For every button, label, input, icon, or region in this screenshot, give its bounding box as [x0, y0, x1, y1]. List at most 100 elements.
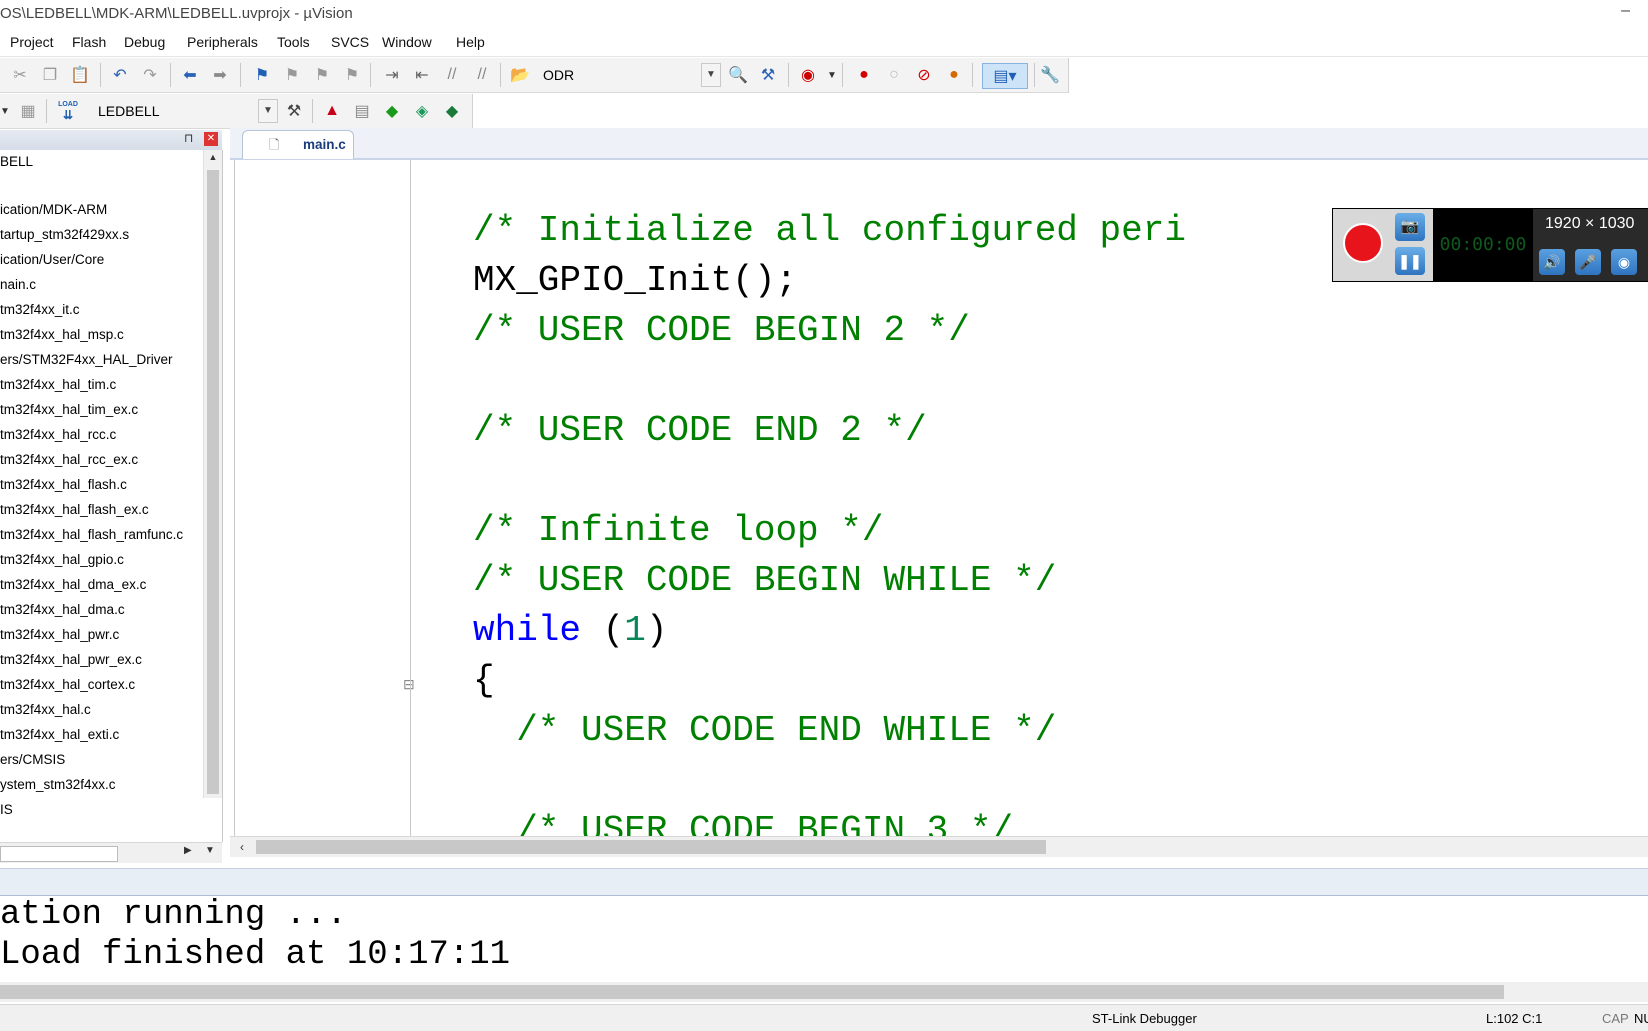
pin-icon[interactable]: ⊓ — [184, 131, 193, 145]
menu-svcs[interactable]: SVCS — [331, 34, 369, 50]
bookmark-icon[interactable]: ⚑ — [252, 65, 272, 85]
undo-icon[interactable]: ↶ — [110, 65, 130, 85]
menu-project[interactable]: Project — [10, 34, 54, 50]
disable-breakpoints-icon[interactable]: ⊘ — [914, 65, 934, 85]
redo-icon[interactable]: ↷ — [140, 65, 160, 85]
enable-breakpoint-icon[interactable]: ○ — [884, 65, 904, 85]
tree-item[interactable]: tm32f4xx_hal_cortex.c — [0, 677, 135, 692]
next-bookmark-icon[interactable]: ⚑ — [312, 65, 332, 85]
webcam-icon[interactable]: ◉ — [1611, 249, 1637, 275]
tree-item[interactable]: IS — [0, 802, 13, 817]
clear-bookmarks-icon[interactable]: ⚑ — [342, 65, 362, 85]
tree-item[interactable]: tm32f4xx_hal_flash_ramfunc.c — [0, 527, 183, 542]
close-icon[interactable]: ✕ — [204, 132, 218, 146]
scroll-down-icon[interactable]: ▼ — [205, 845, 215, 856]
paste-icon[interactable]: 📋 — [70, 65, 90, 85]
tree-item[interactable]: nain.c — [0, 277, 36, 292]
tree-item[interactable]: tm32f4xx_hal_rcc_ex.c — [0, 452, 138, 467]
debug-dropdown-icon[interactable]: ▼ — [822, 65, 842, 85]
tree-item[interactable]: tm32f4xx_hal_tim.c — [0, 377, 116, 392]
speaker-icon[interactable]: 🔊 — [1539, 249, 1565, 275]
find-in-files-icon[interactable]: 📂 — [510, 65, 530, 85]
navigate-forward-icon[interactable]: ➡ — [210, 65, 230, 85]
debug-session-icon[interactable]: ◉ — [798, 65, 818, 85]
menu-window[interactable]: Window — [382, 34, 432, 50]
copy-icon[interactable]: ❐ — [40, 65, 60, 85]
target-combo[interactable]: LEDBELL ▼ — [90, 99, 278, 123]
tree-item[interactable]: tm32f4xx_hal_pwr_ex.c — [0, 652, 142, 667]
tree-item[interactable]: tm32f4xx_hal_rcc.c — [0, 427, 116, 442]
tree-item[interactable]: BELL — [0, 154, 33, 169]
scroll-thumb[interactable] — [0, 846, 118, 862]
tree-item[interactable]: tm32f4xx_hal_msp.c — [0, 327, 124, 342]
run-time-environment-icon[interactable]: ◆ — [382, 101, 402, 121]
tree-item[interactable]: tm32f4xx_hal_flash.c — [0, 477, 127, 492]
find-combo[interactable]: ODR ▼ — [535, 63, 721, 87]
tree-item[interactable]: tm32f4xx_hal_gpio.c — [0, 552, 124, 567]
file-extensions-icon[interactable]: ▤ — [352, 101, 372, 121]
batch-build-icon[interactable]: ▦ — [18, 101, 38, 121]
tree-item[interactable]: tm32f4xx_hal_dma.c — [0, 602, 125, 617]
tab-main-c[interactable]: 🗋 main.c — [242, 130, 354, 159]
tree-item[interactable]: tm32f4xx_hal_pwr.c — [0, 627, 119, 642]
scroll-thumb[interactable] — [207, 170, 219, 794]
tree-item[interactable]: tm32f4xx_hal_tim_ex.c — [0, 402, 138, 417]
uncomment-icon[interactable]: // — [472, 65, 492, 85]
minimize-button[interactable]: – — [1621, 2, 1630, 20]
menu-peripherals[interactable]: Peripherals — [187, 34, 258, 50]
insert-breakpoint-icon[interactable]: ● — [854, 65, 874, 85]
pack-installer-icon[interactable]: ◆ — [442, 101, 462, 121]
target-options-icon[interactable]: ⚒ — [284, 101, 304, 121]
tree-item[interactable]: ication/User/Core — [0, 252, 104, 267]
pause-icon[interactable]: ❚❚ — [1395, 247, 1425, 275]
scroll-thumb[interactable] — [256, 840, 1046, 854]
project-vertical-scrollbar[interactable]: ▲ — [203, 150, 222, 798]
code-line: /* USER CODE BEGIN 3 */ — [473, 810, 1013, 836]
record-button[interactable] — [1343, 223, 1383, 263]
manage-project-items-icon[interactable]: ▲ — [322, 101, 342, 121]
tree-item[interactable]: tartup_stm32f429xx.s — [0, 227, 129, 242]
scroll-right-icon[interactable]: ▶ — [184, 845, 192, 856]
menu-help[interactable]: Help — [456, 34, 485, 50]
project-horizontal-scrollbar[interactable]: ▶ ▼ — [0, 842, 222, 863]
kill-breakpoints-icon[interactable]: ● — [944, 65, 964, 85]
chevron-down-icon[interactable]: ▼ — [701, 63, 721, 87]
scroll-left-icon[interactable]: ‹ — [240, 840, 244, 854]
incremental-find-icon[interactable]: ⚒ — [758, 65, 778, 85]
tree-item[interactable]: ication/MDK-ARM — [0, 202, 107, 217]
tree-item[interactable]: ers/STM32F4xx_HAL_Driver — [0, 352, 173, 367]
configure-icon[interactable]: 🔧 — [1040, 65, 1060, 85]
tree-item[interactable]: ers/CMSIS — [0, 752, 65, 767]
menu-debug[interactable]: Debug — [124, 34, 165, 50]
scroll-thumb[interactable] — [0, 985, 1504, 999]
tree-item[interactable]: tm32f4xx_hal_dma_ex.c — [0, 577, 146, 592]
download-icon[interactable]: LOAD ⇊ — [56, 99, 80, 123]
navigate-back-icon[interactable]: ⬅ — [180, 65, 200, 85]
editor-horizontal-scrollbar[interactable]: ‹ — [230, 836, 1648, 857]
tree-item[interactable]: tm32f4xx_hal_exti.c — [0, 727, 119, 742]
comment-icon[interactable]: // — [442, 65, 462, 85]
indent-icon[interactable]: ⇥ — [382, 65, 402, 85]
microphone-icon[interactable]: 🎤 — [1575, 249, 1601, 275]
chevron-down-icon[interactable]: ▼ — [258, 99, 278, 123]
menu-flash[interactable]: Flash — [72, 34, 106, 50]
fold-marker-icon[interactable]: ⊟ — [403, 676, 415, 693]
tree-item[interactable]: ystem_stm32f4xx.c — [0, 777, 116, 792]
window-layout-icon[interactable]: ▤▾ — [982, 63, 1028, 89]
screenshot-camera-icon[interactable]: 📷 — [1395, 213, 1425, 241]
cut-icon[interactable]: ✂ — [10, 65, 30, 85]
find-icon[interactable]: 🔍 — [728, 65, 748, 85]
tab-label: main.c — [303, 137, 346, 152]
tree-item[interactable]: tm32f4xx_it.c — [0, 302, 80, 317]
output-panel-header[interactable] — [0, 868, 1648, 897]
dropdown-icon[interactable]: ▼ — [0, 101, 10, 121]
unindent-icon[interactable]: ⇤ — [412, 65, 432, 85]
menu-tools[interactable]: Tools — [277, 34, 310, 50]
prev-bookmark-icon[interactable]: ⚑ — [282, 65, 302, 85]
tree-item[interactable]: tm32f4xx_hal.c — [0, 702, 91, 717]
select-packs-icon[interactable]: ◈ — [412, 101, 432, 121]
tree-item[interactable]: tm32f4xx_hal_flash_ex.c — [0, 502, 149, 517]
scroll-up-icon[interactable]: ▲ — [206, 152, 220, 166]
output-horizontal-scrollbar[interactable] — [0, 982, 1648, 1002]
recorder-controls: 📷 ❚❚ — [1333, 209, 1433, 281]
